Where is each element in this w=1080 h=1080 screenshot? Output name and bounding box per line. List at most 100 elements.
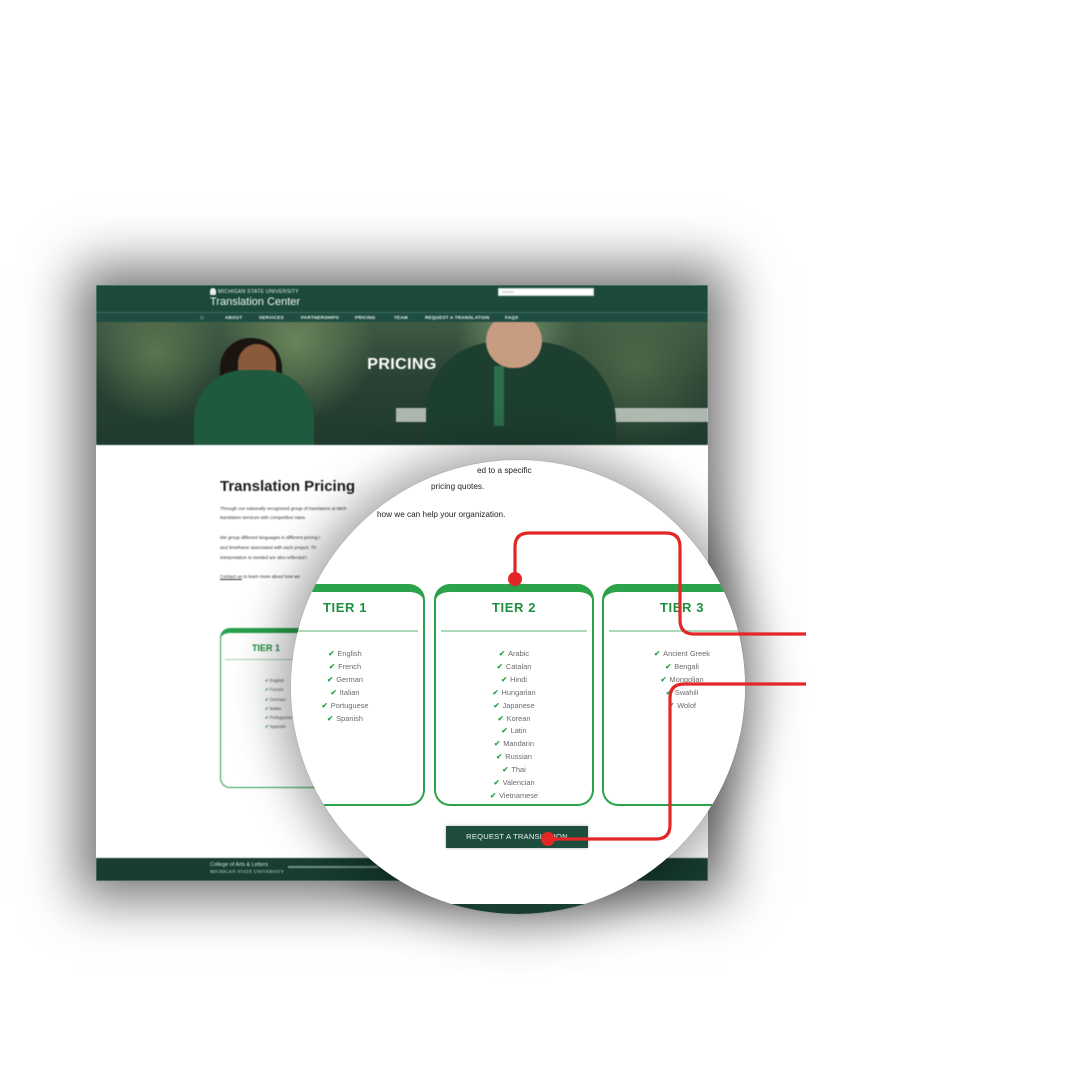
language-label: Bengali: [674, 661, 699, 671]
pricing-paragraph-line: and timeframe associated with each proje…: [220, 545, 317, 550]
tier-divider: [441, 630, 587, 632]
language-item: ✔ Bengali: [604, 661, 745, 674]
language-item: ✔Portuguese: [291, 700, 423, 713]
tier-card-3: TIER 3 ✔ Ancient Greek ✔ Bengali ✔ Mongolia…: [602, 584, 745, 806]
language-item: ✔ Hindi: [436, 674, 592, 687]
spartan-helmet-icon: [210, 288, 216, 295]
footer-college-name[interactable]: College of Arts & Letters: [210, 862, 268, 868]
language-item: ✔ Latin: [436, 725, 592, 738]
tier-language-list: ✔ Arabic ✔ Catalan ✔ Hindi ✔ Hungarian ✔ Japa…: [436, 648, 592, 803]
tier-language-list: ✔English ✔French ✔German ✔Italian ✔Portu…: [291, 648, 423, 725]
check-icon: ✔: [496, 752, 503, 762]
hero-title: PRICING: [367, 356, 437, 373]
magnified-text-line: how we can help your organization.: [377, 510, 506, 519]
language-label: Japanese: [502, 700, 535, 710]
language-label: Spanish: [269, 724, 286, 730]
check-icon: ✔: [492, 687, 499, 697]
check-icon: ✔: [327, 674, 334, 684]
check-icon: ✔: [653, 649, 661, 658]
language-label: Spanish: [336, 713, 363, 723]
home-icon[interactable]: ⌂: [200, 314, 204, 322]
language-label: Catalan: [505, 661, 532, 671]
check-icon: ✔: [489, 790, 497, 800]
check-icon: ✔: [265, 687, 269, 693]
language-item: ✔ Swahili: [604, 687, 745, 700]
tier-divider: [609, 630, 745, 632]
language-label: Mandarin: [503, 739, 534, 749]
tier-title: TIER 2: [491, 600, 537, 615]
language-label: Mongolian: [669, 674, 704, 684]
language-item: ✔ Russian: [436, 751, 592, 764]
tier-card-2: TIER 2 ✔ Arabic ✔ Catalan ✔ Hindi ✔ Hungaria…: [434, 584, 594, 806]
search-input[interactable]: Search: [498, 288, 594, 296]
language-item: ✔ Korean: [436, 713, 592, 726]
language-label: Valencian: [502, 778, 535, 788]
tier-language-list: ✔English ✔French ✔German ✔Italian ✔Portu…: [265, 676, 292, 732]
language-label: English: [337, 649, 362, 658]
tier-card-1: TIER 1 ✔ English ✔ French ✔ German ✔ Italian…: [291, 584, 425, 806]
check-icon: ✔: [498, 649, 506, 658]
university-name: MICHIGAN STATE UNIVERSITY: [218, 289, 299, 295]
contact-us-link[interactable]: Contact us: [220, 574, 242, 579]
check-icon: ✔: [265, 715, 269, 721]
tier-title: TIER 1: [322, 600, 368, 615]
check-icon: ✔: [665, 687, 672, 697]
language-item: ✔Italian: [291, 687, 423, 700]
language-label: French: [269, 687, 284, 693]
site-title[interactable]: Translation Center: [210, 296, 300, 308]
contact-paragraph-text: to learn more about how we: [243, 574, 300, 579]
footer-university-name[interactable]: MICHIGAN STATE UNIVERSITY: [210, 869, 284, 874]
language-label: Korean: [506, 713, 531, 723]
language-item: ✔German: [265, 695, 292, 704]
language-label: English: [269, 678, 285, 683]
tier-language-list: ✔ Ancient Greek ✔ Bengali ✔ Mongolian ✔ Swah…: [604, 648, 745, 713]
tier-title: TIER 3: [659, 600, 705, 615]
language-item: ✔ Catalan: [436, 661, 592, 674]
footer-fine-print: [288, 866, 378, 868]
request-translation-button[interactable]: REQUEST A TRANSLATION: [446, 826, 588, 848]
check-icon: ✔: [665, 661, 672, 671]
language-item: ✔French: [291, 661, 423, 674]
check-icon: ✔: [496, 661, 503, 671]
magnified-text-line: ed to a specific: [477, 466, 532, 475]
intro-paragraph-line: Through our nationally recognized group …: [220, 506, 347, 511]
hero-background: [96, 322, 708, 445]
page-heading: Translation Pricing: [220, 478, 356, 495]
check-icon: ✔: [265, 724, 269, 730]
language-item: ✔Italian: [265, 704, 292, 713]
language-label: Italian: [339, 687, 360, 697]
pricing-paragraph-line: We group different languages in differen…: [220, 535, 321, 540]
tier-divider: [291, 630, 418, 632]
language-item: ✔ Ancient Greek: [604, 648, 745, 661]
check-icon: ✔: [328, 649, 335, 658]
magnified-footer: [291, 904, 745, 914]
hero-person-left: [194, 370, 314, 445]
language-item: ✔ Hungarian: [436, 687, 592, 700]
language-label: Hungarian: [501, 687, 536, 697]
check-icon: ✔: [497, 713, 504, 723]
language-item: ✔ Thai: [436, 764, 592, 777]
check-icon: ✔: [493, 778, 500, 788]
main-navigation: ⌂ ABOUT SERVICES PARTNERSHIPS PRICING TE…: [96, 312, 708, 322]
language-item: ✔ Mongolian: [604, 674, 745, 687]
check-icon: ✔: [321, 700, 328, 710]
language-item: ✔Spanish: [265, 722, 292, 731]
hero-person-tie: [494, 366, 504, 426]
language-label: Portuguese: [330, 700, 369, 710]
check-icon: ✔: [265, 678, 269, 683]
language-label: Swahili: [674, 687, 699, 697]
check-icon: ✔: [265, 705, 269, 711]
check-icon: ✔: [500, 674, 508, 684]
check-icon: ✔: [330, 687, 337, 697]
language-item: ✔Portuguese: [265, 713, 292, 722]
language-label: Portuguese: [269, 715, 293, 721]
intro-paragraph-line: translation services with competitive ra…: [220, 515, 307, 520]
check-icon: ✔: [328, 661, 336, 671]
university-wordmark[interactable]: MICHIGAN STATE UNIVERSITY: [210, 288, 299, 295]
language-item: ✔ Valencian: [436, 777, 592, 790]
language-label: Vietnamese: [499, 790, 539, 800]
language-label: Russian: [505, 752, 532, 762]
hero-banner: PRICING: [96, 322, 708, 445]
check-icon: ✔: [660, 674, 667, 684]
check-icon: ✔: [501, 726, 508, 736]
